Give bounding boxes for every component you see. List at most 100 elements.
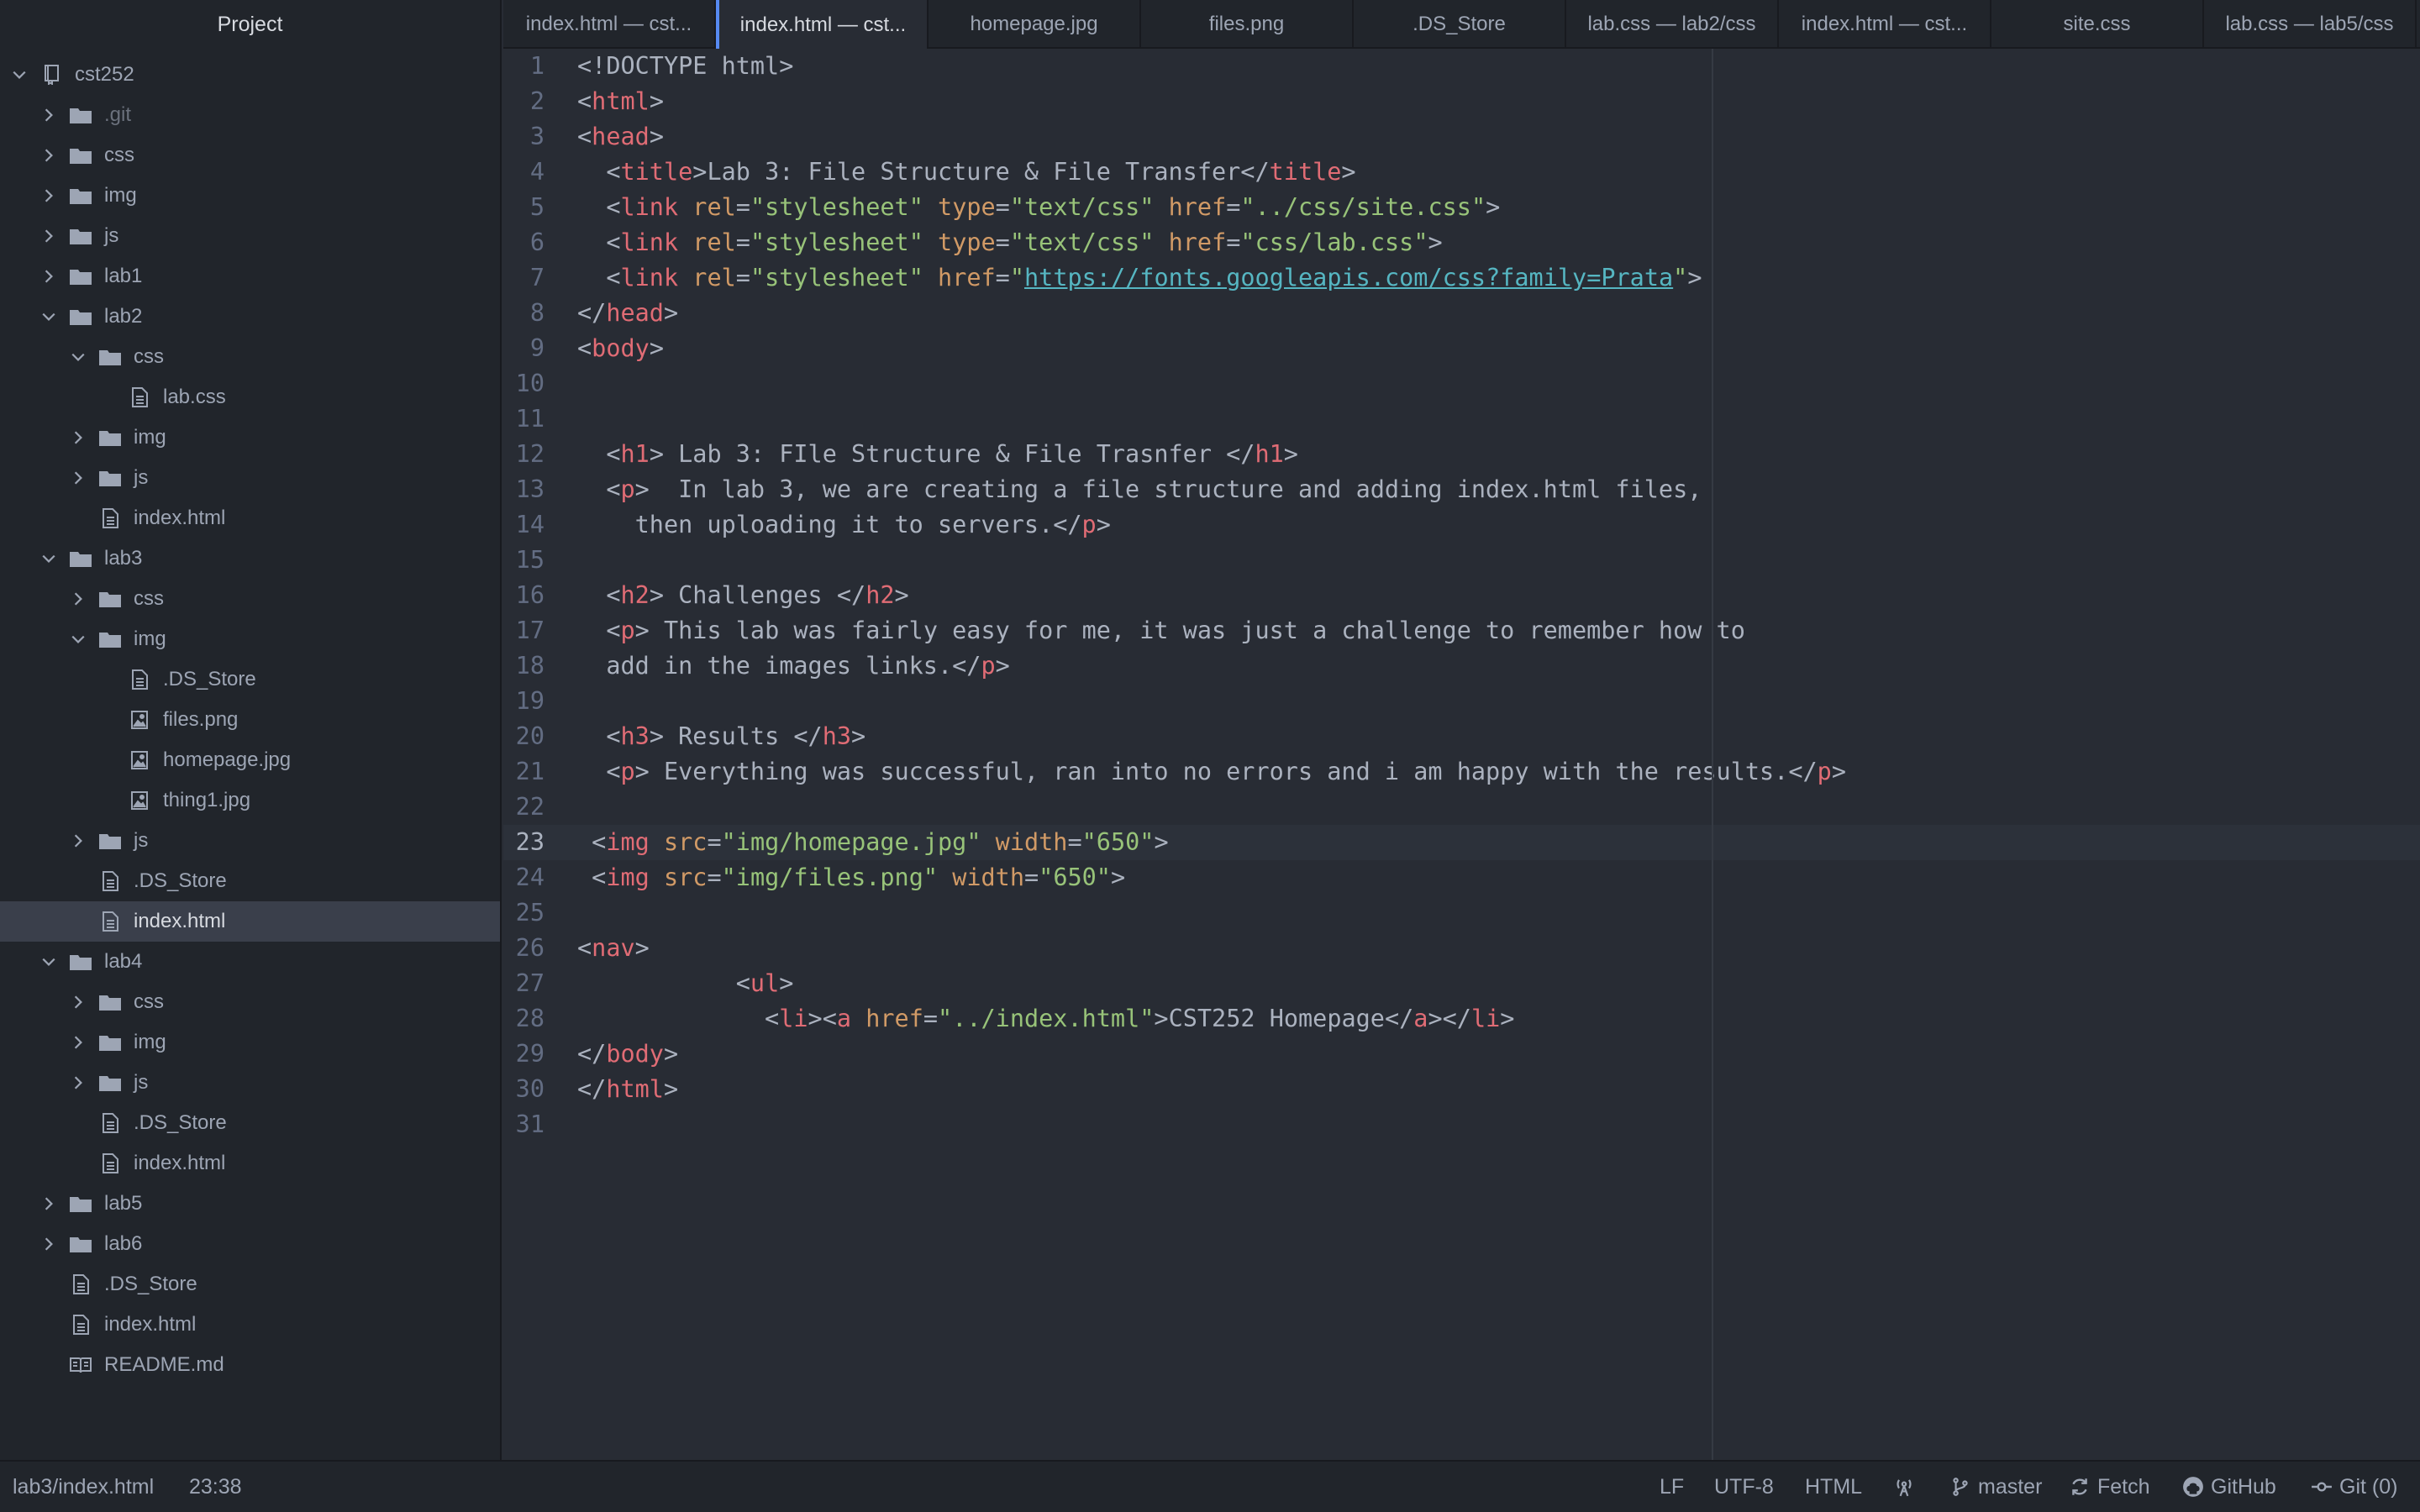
tree-file-item[interactable]: .DS_Store [0, 1103, 500, 1143]
tree-folder-item[interactable]: css [0, 135, 500, 176]
chevron-right-icon[interactable] [40, 1236, 57, 1252]
status-fetch[interactable]: Fetch [2069, 1462, 2150, 1512]
tab[interactable]: homepage.jpg [929, 0, 1141, 49]
tree-file-item[interactable]: files.png [0, 700, 500, 740]
code-line[interactable]: 5 <link rel="stylesheet" type="text/css"… [503, 190, 2420, 225]
status-file-path[interactable]: lab3/index.html [13, 1462, 154, 1512]
code-line[interactable]: 6 <link rel="stylesheet" type="text/css"… [503, 225, 2420, 260]
text-editor[interactable]: 1 <!DOCTYPE html> 2 <html> 3 <head> 4 <title>L… [503, 49, 2420, 1460]
tree-file-item[interactable]: lab.css [0, 377, 500, 417]
tree-folder-item[interactable]: js [0, 458, 500, 498]
chevron-right-icon[interactable] [40, 147, 57, 164]
code-line[interactable]: 28 <li><a href="../index.html">CST252 Ho… [503, 1001, 2420, 1037]
tree-folder-item[interactable]: lab5 [0, 1184, 500, 1224]
tree-folder-item[interactable]: css [0, 579, 500, 619]
code-line[interactable]: 25 [503, 895, 2420, 931]
chevron-down-icon[interactable] [40, 550, 57, 567]
tree-folder-item[interactable]: lab1 [0, 256, 500, 297]
code-link[interactable]: https://fonts.googleapis.com/css?family=… [1024, 264, 1673, 291]
tree-folder-item[interactable]: img [0, 417, 500, 458]
code-line[interactable]: 29 </body> [503, 1037, 2420, 1072]
tree-folder-item[interactable]: lab3 [0, 538, 500, 579]
status-grammar[interactable]: HTML [1805, 1462, 1862, 1512]
tree-folder-item[interactable]: css [0, 337, 500, 377]
code-line[interactable]: 12 <h1> Lab 3: FIle Structure & File Tra… [503, 437, 2420, 472]
code-line[interactable]: 1 <!DOCTYPE html> [503, 49, 2420, 84]
code-line[interactable]: 24 <img src="img/files.png" width="650"> [503, 860, 2420, 895]
chevron-down-icon[interactable] [40, 953, 57, 970]
chevron-right-icon[interactable] [70, 429, 87, 446]
tree-file-item[interactable]: .DS_Store [0, 861, 500, 901]
code-line[interactable]: 21 <p> Everything was successful, ran in… [503, 754, 2420, 790]
tab[interactable]: .DS_Store [1354, 0, 1566, 49]
code-line[interactable]: 8 </head> [503, 296, 2420, 331]
tree-file-item[interactable]: .DS_Store [0, 1264, 500, 1305]
tree-file-item[interactable]: thing1.jpg [0, 780, 500, 821]
tree-folder-item[interactable]: img [0, 619, 500, 659]
tab[interactable]: index.html — cst... [503, 0, 716, 49]
status-branch[interactable]: master [1949, 1462, 2042, 1512]
chevron-right-icon[interactable] [40, 107, 57, 123]
code-line[interactable]: 27 <ul> [503, 966, 2420, 1001]
status-encoding[interactable]: UTF-8 [1714, 1462, 1774, 1512]
chevron-down-icon[interactable] [40, 308, 57, 325]
tree-folder-item[interactable]: img [0, 176, 500, 216]
code-line[interactable]: 19 [503, 684, 2420, 719]
chevron-right-icon[interactable] [40, 187, 57, 204]
code-line[interactable]: 4 <title>Lab 3: File Structure & File Tr… [503, 155, 2420, 190]
tree-file-item[interactable]: index.html [0, 901, 500, 942]
tree-file-item[interactable]: .DS_Store [0, 659, 500, 700]
code-line[interactable]: 13 <p> In lab 3, we are creating a file … [503, 472, 2420, 507]
chevron-right-icon[interactable] [70, 1034, 87, 1051]
status-github[interactable]: GitHub [2182, 1462, 2276, 1512]
status-cursor-position[interactable]: 23:38 [189, 1462, 242, 1512]
code-line[interactable]: 9 <body> [503, 331, 2420, 366]
tab[interactable]: lab.css — lab5/css [2204, 0, 2417, 49]
status-git[interactable]: Git (0) [2311, 1462, 2397, 1512]
tab-active[interactable]: index.html — cst... [716, 0, 929, 50]
code-line[interactable]: 31 [503, 1107, 2420, 1142]
code-line[interactable]: 11 [503, 402, 2420, 437]
tab[interactable]: files.png [1141, 0, 1354, 49]
tree-file-item[interactable]: homepage.jpg [0, 740, 500, 780]
tree-file-item[interactable]: README.md [0, 1345, 500, 1385]
tab[interactable]: index.html — cst... [1779, 0, 1991, 49]
code-line[interactable]: 10 [503, 366, 2420, 402]
chevron-right-icon[interactable] [70, 994, 87, 1011]
code-line[interactable]: 26 <nav> [503, 931, 2420, 966]
chevron-right-icon[interactable] [70, 470, 87, 486]
code-line[interactable]: 17 <p> This lab was fairly easy for me, … [503, 613, 2420, 648]
code-line[interactable]: 7 <link rel="stylesheet" href="https://f… [503, 260, 2420, 296]
code-line[interactable]: 15 [503, 543, 2420, 578]
code-line[interactable]: 14 then uploading it to servers.</p> [503, 507, 2420, 543]
chevron-right-icon[interactable] [40, 1195, 57, 1212]
chevron-right-icon[interactable] [70, 1074, 87, 1091]
code-line[interactable]: 22 [503, 790, 2420, 825]
code-line[interactable]: 2 <html> [503, 84, 2420, 119]
tree-folder-item[interactable]: lab2 [0, 297, 500, 337]
tree-file-item[interactable]: index.html [0, 1305, 500, 1345]
tab[interactable]: site.css [1991, 0, 2204, 49]
chevron-right-icon[interactable] [70, 832, 87, 849]
code-line[interactable]: 20 <h3> Results </h3> [503, 719, 2420, 754]
status-line-ending[interactable]: LF [1660, 1462, 1684, 1512]
chevron-down-icon[interactable] [11, 66, 28, 83]
tree-folder-item[interactable]: js [0, 821, 500, 861]
tree-file-item[interactable]: index.html [0, 1143, 500, 1184]
tree-folder-item[interactable]: js [0, 1063, 500, 1103]
tree-file-item[interactable]: index.html [0, 498, 500, 538]
chevron-right-icon[interactable] [40, 268, 57, 285]
code-line[interactable]: 18 add in the images links.</p> [503, 648, 2420, 684]
code-line[interactable]: 16 <h2> Challenges </h2> [503, 578, 2420, 613]
tree-folder-item[interactable]: js [0, 216, 500, 256]
broadcast-icon[interactable] [1893, 1462, 1922, 1512]
chevron-down-icon[interactable] [70, 349, 87, 365]
tab[interactable]: lab.css — lab2/css [1566, 0, 1779, 49]
code-line[interactable]: 23 <img src="img/homepage.jpg" width="65… [503, 825, 2420, 860]
tree-folder-item[interactable]: lab4 [0, 942, 500, 982]
code-line[interactable]: 3 <head> [503, 119, 2420, 155]
tree-folder-item[interactable]: css [0, 982, 500, 1022]
tree-folder-item[interactable]: img [0, 1022, 500, 1063]
chevron-down-icon[interactable] [70, 631, 87, 648]
chevron-right-icon[interactable] [40, 228, 57, 244]
